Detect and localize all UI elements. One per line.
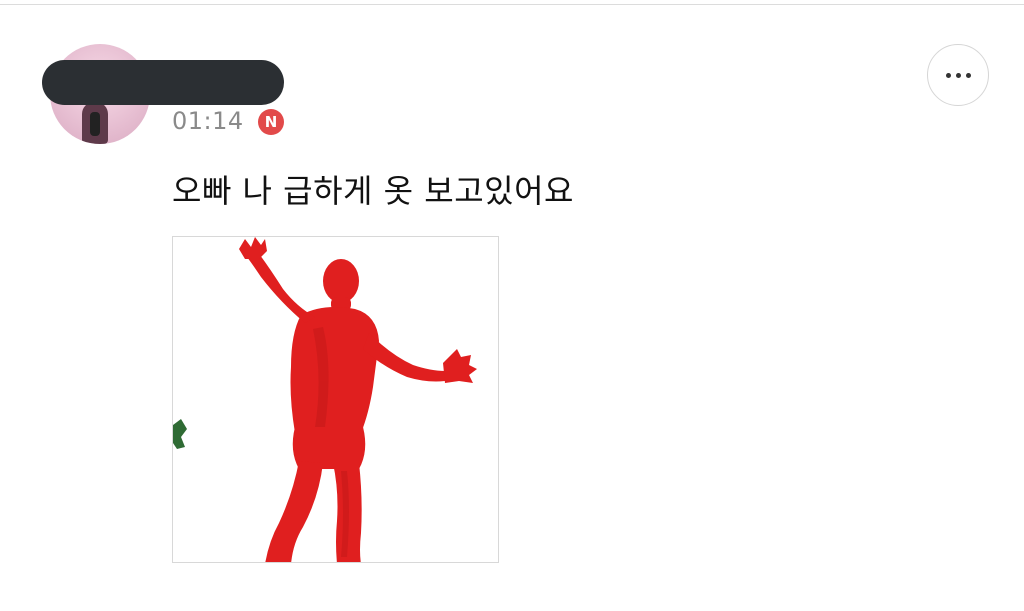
- new-badge: N: [258, 109, 284, 135]
- more-dot-icon: [945, 72, 951, 78]
- redacted-username: [42, 60, 284, 105]
- leaf-icon: [173, 419, 187, 449]
- more-options-button[interactable]: [927, 44, 989, 106]
- microphone-icon: [90, 112, 100, 136]
- more-dot-icon: [965, 72, 971, 78]
- post-card: 01:14 N 오빠 나 급하게 옷 보고있어요: [0, 0, 1024, 611]
- red-figure: [239, 237, 477, 562]
- post-message: 오빠 나 급하게 옷 보고있어요: [172, 172, 574, 210]
- red-bodysuit-figure-image: [173, 237, 477, 562]
- post-time: 01:14: [172, 107, 244, 135]
- attached-image[interactable]: [172, 236, 499, 563]
- more-dot-icon: [955, 72, 961, 78]
